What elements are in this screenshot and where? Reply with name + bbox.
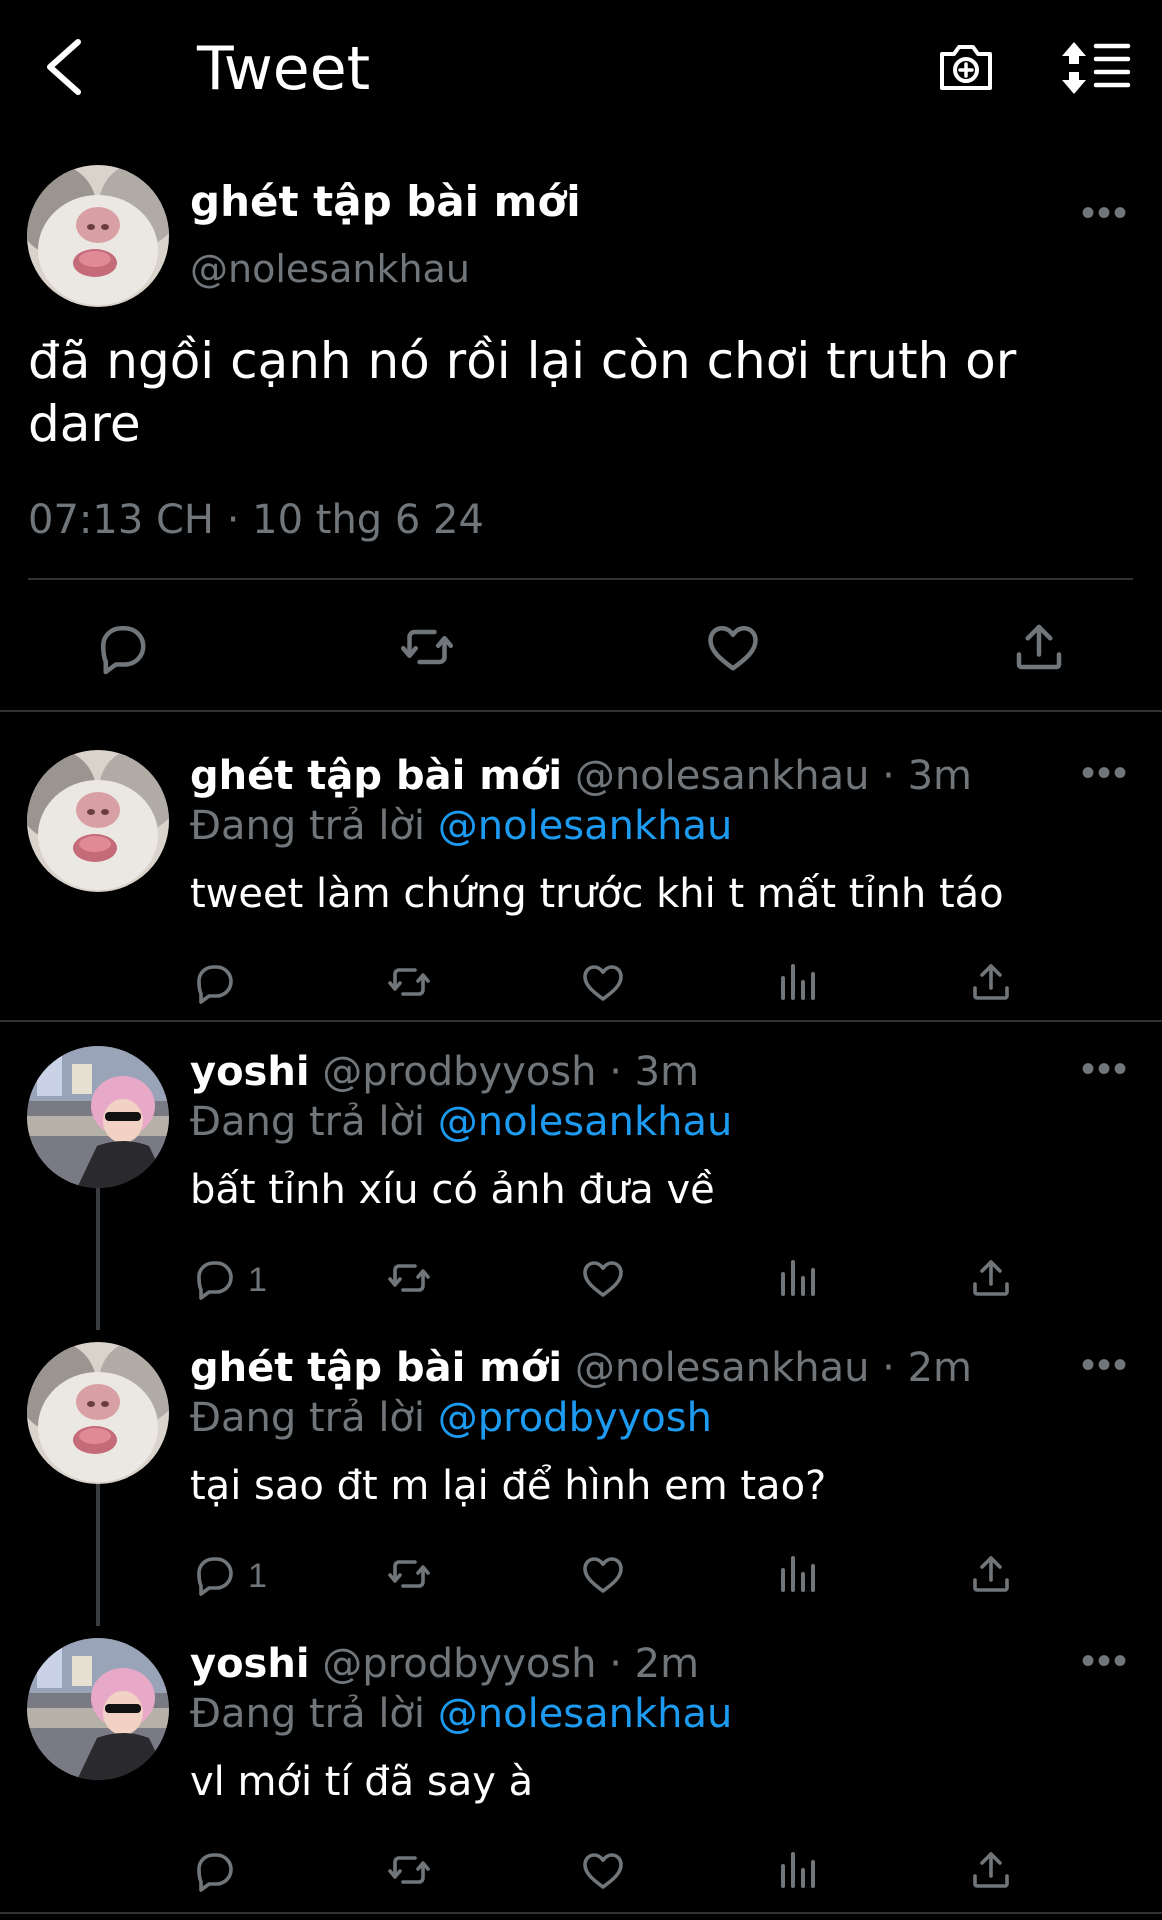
reply-button[interactable]	[190, 1254, 238, 1302]
reply-count: 1	[248, 1557, 267, 1595]
mention-link[interactable]: @nolesankhau	[438, 803, 733, 849]
mention-link[interactable]: @nolesankhau	[438, 1099, 733, 1145]
tweet-timestamp: 07:13 CH · 10 thg 6 24	[28, 497, 484, 543]
stats-icon	[773, 1846, 821, 1894]
divider	[0, 1020, 1162, 1022]
views-button[interactable]	[773, 958, 821, 1006]
like-button[interactable]	[703, 617, 763, 677]
retweet-icon	[397, 617, 457, 677]
retweet-icon	[385, 1550, 433, 1598]
author-meta: @nolesankhau · 2m	[574, 1345, 972, 1391]
reply-button[interactable]	[92, 617, 152, 677]
stats-icon	[773, 958, 821, 1006]
retweet-button[interactable]	[385, 1846, 433, 1894]
author-name[interactable]: ghét tập bài mới	[190, 177, 581, 226]
page-title: Tweet	[197, 34, 371, 104]
share-icon	[967, 958, 1015, 1006]
thread-line	[96, 1478, 100, 1626]
heart-icon	[579, 1846, 627, 1894]
top-bar: Tweet	[0, 0, 1162, 135]
avatar[interactable]	[27, 1342, 169, 1484]
like-button[interactable]	[579, 1550, 627, 1598]
replying-label: Đang trả lời	[190, 1691, 426, 1737]
author-handle[interactable]: @nolesankhau	[190, 247, 470, 291]
retweet-button[interactable]	[385, 1550, 433, 1598]
retweet-button[interactable]	[385, 958, 433, 1006]
replying-label: Đang trả lời	[190, 1395, 426, 1441]
sort-button[interactable]	[1060, 38, 1132, 98]
mention-link[interactable]: @nolesankhau	[438, 1691, 733, 1737]
more-options-icon[interactable]: •••	[1075, 1049, 1135, 1089]
divider	[0, 710, 1162, 712]
more-options-icon[interactable]: •••	[1075, 753, 1135, 793]
reply-button[interactable]	[190, 958, 238, 1006]
stats-icon	[773, 1550, 821, 1598]
retweet-button[interactable]	[385, 1254, 433, 1302]
divider	[0, 1912, 1162, 1914]
avatar[interactable]	[27, 165, 169, 307]
views-button[interactable]	[773, 1550, 821, 1598]
thread-line	[96, 1182, 100, 1330]
share-icon	[967, 1254, 1015, 1302]
heart-icon	[579, 958, 627, 1006]
avatar[interactable]	[27, 750, 169, 892]
share-button[interactable]	[1009, 617, 1069, 677]
heart-icon	[579, 1254, 627, 1302]
retweet-button[interactable]	[397, 617, 457, 677]
author-name[interactable]: yoshi	[190, 1641, 310, 1687]
avatar[interactable]	[27, 1046, 169, 1188]
share-icon	[967, 1846, 1015, 1894]
reply-text: tweet làm chứng trước khi t mất tỉnh táo	[190, 871, 1004, 917]
reply-text: bất tỉnh xíu có ảnh đưa về	[190, 1167, 715, 1213]
avatar[interactable]	[27, 1638, 169, 1780]
author-name[interactable]: ghét tập bài mới	[190, 753, 562, 799]
reply-button[interactable]	[190, 1550, 238, 1598]
replying-label: Đang trả lời	[190, 803, 426, 849]
reply-icon	[190, 1846, 238, 1894]
reply-text: vl mới tí đã say à	[190, 1759, 534, 1805]
views-button[interactable]	[773, 1846, 821, 1894]
tweet-text: đã ngồi cạnh nó rồi lại còn chơi truth o…	[28, 332, 1017, 453]
author-meta: @nolesankhau · 3m	[574, 753, 972, 799]
reply-icon	[92, 617, 152, 677]
share-icon	[1009, 617, 1069, 677]
share-button[interactable]	[967, 958, 1015, 1006]
reply-icon	[190, 958, 238, 1006]
share-icon	[967, 1550, 1015, 1598]
stats-icon	[773, 1254, 821, 1302]
heart-icon	[579, 1550, 627, 1598]
retweet-icon	[385, 1254, 433, 1302]
retweet-icon	[385, 958, 433, 1006]
heart-icon	[703, 617, 763, 677]
divider	[28, 578, 1133, 580]
more-options-icon[interactable]: •••	[1075, 1641, 1135, 1681]
more-options-icon[interactable]: •••	[1075, 193, 1135, 233]
reply-icon	[190, 1254, 238, 1302]
author-name[interactable]: ghét tập bài mới	[190, 1345, 562, 1391]
replying-label: Đang trả lời	[190, 1099, 426, 1145]
author-meta: @prodbyyosh · 2m	[322, 1641, 700, 1687]
author-name[interactable]: yoshi	[190, 1049, 310, 1095]
share-button[interactable]	[967, 1550, 1015, 1598]
back-button[interactable]	[38, 36, 88, 98]
retweet-icon	[385, 1846, 433, 1894]
like-button[interactable]	[579, 1846, 627, 1894]
sort-icon	[1062, 42, 1131, 94]
views-button[interactable]	[773, 1254, 821, 1302]
author-meta: @prodbyyosh · 3m	[322, 1049, 700, 1095]
chevron-left-icon	[47, 39, 81, 95]
more-options-icon[interactable]: •••	[1075, 1345, 1135, 1385]
share-button[interactable]	[967, 1254, 1015, 1302]
like-button[interactable]	[579, 958, 627, 1006]
camera-plus-icon	[940, 45, 992, 90]
mention-link[interactable]: @prodbyyosh	[438, 1395, 712, 1441]
reply-text: tại sao đt m lại để hình em tao?	[190, 1463, 827, 1509]
reply-icon	[190, 1550, 238, 1598]
reply-count: 1	[248, 1261, 267, 1299]
reply-button[interactable]	[190, 1846, 238, 1894]
like-button[interactable]	[579, 1254, 627, 1302]
share-button[interactable]	[967, 1846, 1015, 1894]
camera-button[interactable]	[936, 38, 996, 98]
